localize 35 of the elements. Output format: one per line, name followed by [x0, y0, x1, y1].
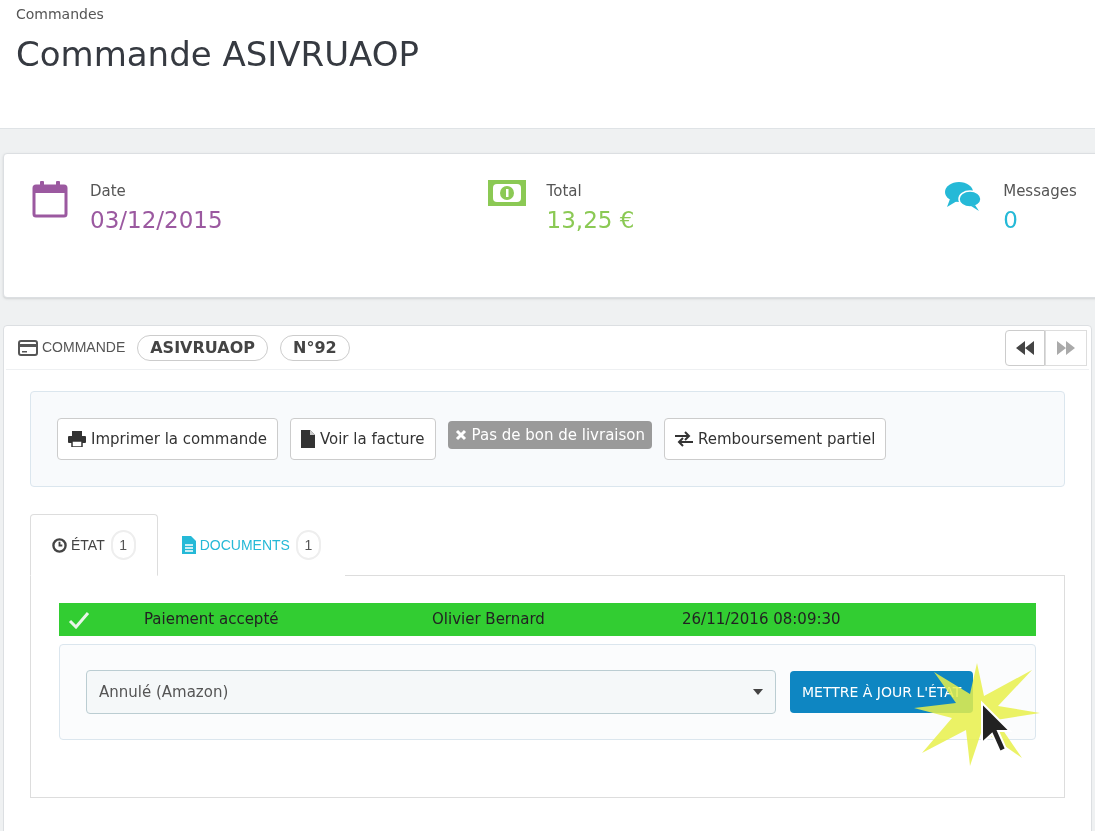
action-button[interactable]: Voir la facture — [289, 418, 436, 460]
action-button[interactable]: Imprimer la commande — [57, 418, 278, 460]
document-icon — [181, 536, 196, 554]
count-badge: 1 — [110, 530, 136, 560]
kpi-label: Total — [546, 181, 583, 202]
file-icon — [300, 430, 315, 448]
close-icon — [454, 429, 467, 441]
history-cell-text: Paiement accepté — [144, 609, 280, 631]
previous-button[interactable] — [1005, 329, 1045, 366]
kpi-label: Date — [90, 181, 127, 202]
credit-card-icon — [18, 339, 38, 356]
chat-bubbles-icon — [944, 180, 983, 212]
tab[interactable]: DOCUMENTS 1 — [157, 514, 345, 576]
kpi-value: 0 — [1003, 205, 1019, 235]
rewind-icon — [1016, 340, 1034, 355]
tab[interactable]: ÉTAT 1 — [30, 514, 158, 576]
panel-heading: COMMANDE — [42, 338, 126, 357]
state-select[interactable]: Annulé (Amazon) — [86, 670, 776, 714]
caret-icon — [753, 689, 763, 695]
breadcrumb[interactable]: Commandes — [16, 4, 1079, 25]
exchange-icon — [675, 431, 693, 447]
action-button[interactable]: Remboursement partiel — [664, 418, 887, 460]
history-cell-text: Olivier Bernard — [432, 609, 546, 631]
fast-forward-icon — [1057, 340, 1075, 355]
clock-icon — [52, 537, 67, 553]
kpi-value: 03/12/2015 — [90, 205, 223, 235]
history-cell-text: 26/11/2016 08:09:30 — [682, 609, 841, 631]
kpi-value: 13,25 € — [546, 205, 635, 235]
count-badge: 1 — [295, 530, 321, 560]
page-title: Commande ASIVRUAOP — [16, 33, 421, 76]
kpi-label: Messages — [1003, 181, 1077, 202]
check-icon — [68, 610, 90, 629]
banknote-icon — [487, 180, 526, 206]
calendar-icon — [32, 180, 68, 218]
printer-icon — [68, 431, 86, 447]
